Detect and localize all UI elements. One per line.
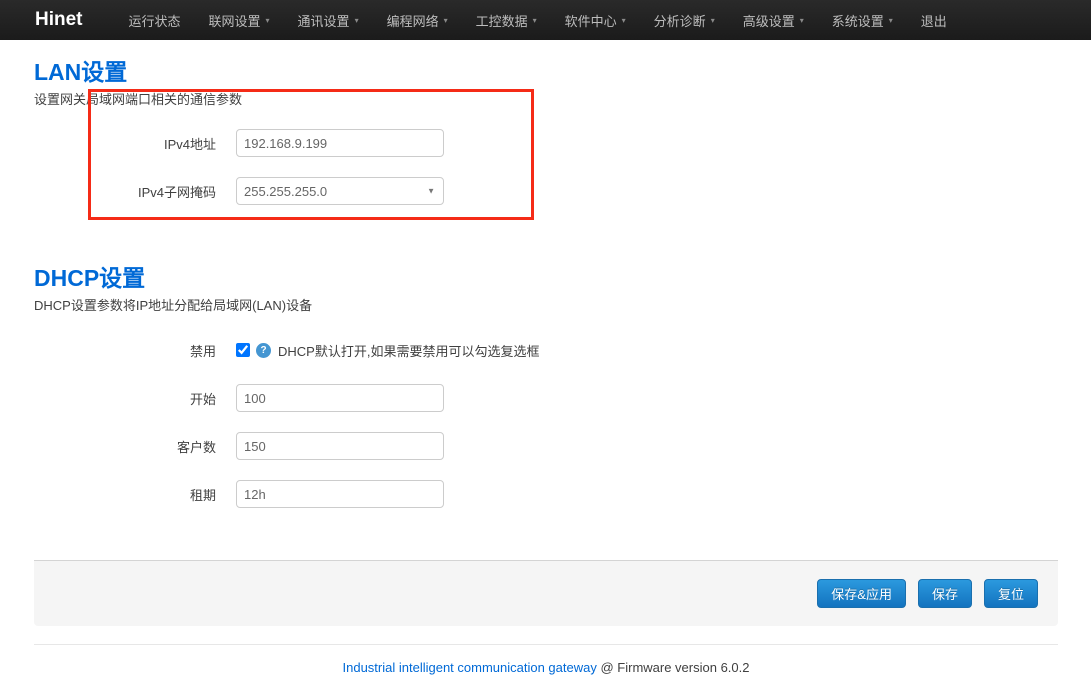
save-button[interactable]: 保存	[918, 579, 972, 608]
chevron-down-icon: ▾	[266, 17, 270, 25]
nav-item-label: 高级设置	[743, 11, 795, 30]
nav-item-label: 运行状态	[129, 11, 181, 30]
ipv4-address-input[interactable]	[236, 129, 444, 157]
ipv4-address-row: IPv4地址	[34, 129, 1058, 157]
page-actions-bar: 保存&应用 保存 复位	[34, 560, 1058, 626]
nav-menu: 运行状态 联网设置 ▾ 通讯设置 ▾ 编程网络 ▾ 工控数据 ▾ 软件中心 ▾ 分析诊断 ▾…	[115, 0, 961, 40]
brand-logo[interactable]: Hinet	[35, 9, 83, 31]
dhcp-disable-row: 禁用 ? DHCP默认打开,如果需要禁用可以勾选复选框	[34, 340, 1058, 360]
dhcp-start-input[interactable]	[236, 384, 444, 412]
nav-item-analysis-diagnosis[interactable]: 分析诊断 ▾	[640, 0, 729, 40]
ipv4-netmask-label: IPv4子网掩码	[34, 182, 216, 201]
dhcp-hint-text: DHCP默认打开,如果需要禁用可以勾选复选框	[278, 341, 539, 360]
nav-item-label: 通讯设置	[298, 11, 350, 30]
chevron-down-icon: ▾	[533, 17, 537, 25]
reset-button[interactable]: 复位	[984, 579, 1038, 608]
nav-item-label: 软件中心	[565, 11, 617, 30]
lan-settings-section: LAN设置 设置网关局域网端口相关的通信参数 IPv4地址 IPv4子网掩码 2…	[34, 40, 1058, 205]
nav-item-label: 退出	[921, 11, 947, 30]
nav-item-programming-network[interactable]: 编程网络 ▾	[373, 0, 462, 40]
nav-item-label: 分析诊断	[654, 11, 706, 30]
save-apply-button[interactable]: 保存&应用	[817, 579, 906, 608]
dhcp-limit-input[interactable]	[236, 432, 444, 460]
nav-item-software-center[interactable]: 软件中心 ▾	[551, 0, 640, 40]
nav-item-industrial-data[interactable]: 工控数据 ▾	[462, 0, 551, 40]
ipv4-netmask-select[interactable]: 255.255.255.0	[236, 177, 444, 205]
nav-item-logout[interactable]: 退出	[907, 0, 961, 40]
dhcp-section-title: DHCP设置	[34, 225, 1058, 292]
main-content: LAN设置 设置网关局域网端口相关的通信参数 IPv4地址 IPv4子网掩码 2…	[34, 40, 1058, 675]
nav-item-label: 编程网络	[387, 11, 439, 30]
dhcp-settings-section: DHCP设置 DHCP设置参数将IP地址分配给局域网(LAN)设备 禁用 ? D…	[34, 225, 1058, 508]
nav-item-system-settings[interactable]: 系统设置 ▾	[818, 0, 907, 40]
ipv4-netmask-row: IPv4子网掩码 255.255.255.0 ▼	[34, 177, 1058, 205]
nav-item-label: 系统设置	[832, 11, 884, 30]
firmware-version-text: @ Firmware version 6.0.2	[597, 660, 750, 675]
lan-section-description: 设置网关局域网端口相关的通信参数	[34, 92, 1058, 107]
top-navbar: Hinet 运行状态 联网设置 ▾ 通讯设置 ▾ 编程网络 ▾ 工控数据 ▾ 软件中心 ▾…	[0, 0, 1091, 40]
dhcp-disable-label: 禁用	[34, 341, 216, 360]
ipv4-netmask-select-wrap: 255.255.255.0 ▼	[236, 177, 444, 205]
dhcp-leasetime-label: 租期	[34, 485, 216, 504]
nav-item-label: 工控数据	[476, 11, 528, 30]
dhcp-leasetime-row: 租期	[34, 480, 1058, 508]
dhcp-hint-group: ? DHCP默认打开,如果需要禁用可以勾选复选框	[256, 341, 539, 360]
lan-section-title: LAN设置	[34, 40, 1058, 86]
chevron-down-icon: ▾	[622, 17, 626, 25]
gateway-footer-link[interactable]: Industrial intelligent communication gat…	[343, 660, 597, 675]
nav-item-advanced-settings[interactable]: 高级设置 ▾	[729, 0, 818, 40]
dhcp-start-row: 开始	[34, 384, 1058, 412]
dhcp-section-description: DHCP设置参数将IP地址分配给局域网(LAN)设备	[34, 298, 1058, 313]
page-footer: Industrial intelligent communication gat…	[34, 644, 1058, 675]
dhcp-start-label: 开始	[34, 389, 216, 408]
dhcp-limit-row: 客户数	[34, 432, 1058, 460]
chevron-down-icon: ▾	[800, 17, 804, 25]
nav-item-running-status[interactable]: 运行状态	[115, 0, 195, 40]
nav-item-label: 联网设置	[209, 11, 261, 30]
chevron-down-icon: ▾	[889, 17, 893, 25]
dhcp-leasetime-input[interactable]	[236, 480, 444, 508]
dhcp-limit-label: 客户数	[34, 437, 216, 456]
help-icon: ?	[256, 343, 271, 358]
ipv4-address-label: IPv4地址	[34, 134, 216, 153]
chevron-down-icon: ▾	[444, 17, 448, 25]
nav-item-comm-settings[interactable]: 通讯设置 ▾	[284, 0, 373, 40]
chevron-down-icon: ▾	[355, 17, 359, 25]
chevron-down-icon: ▾	[711, 17, 715, 25]
nav-item-network-settings[interactable]: 联网设置 ▾	[195, 0, 284, 40]
dhcp-disable-checkbox[interactable]	[236, 343, 250, 357]
